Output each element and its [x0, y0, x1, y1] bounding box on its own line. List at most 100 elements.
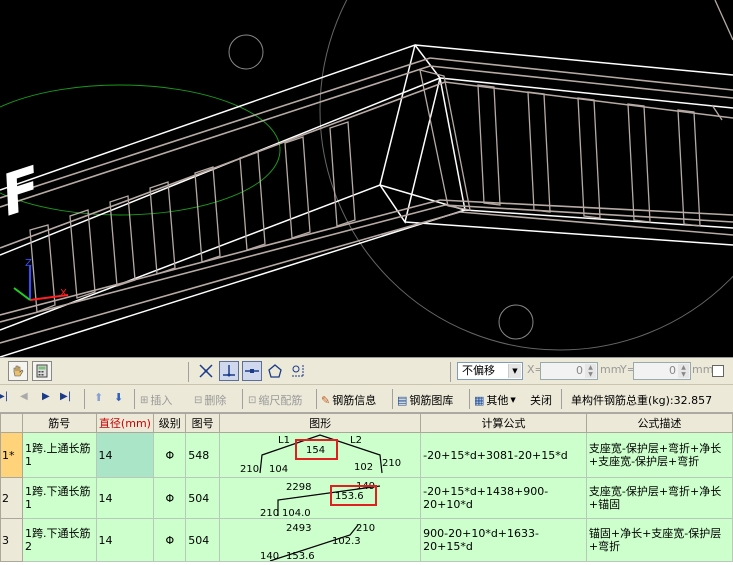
offset-select[interactable]: 不偏移 ▼: [457, 362, 523, 380]
nav-next-icon[interactable]: ▶: [42, 391, 50, 402]
cell-rebar-name[interactable]: 1跨.下通长筋1: [21, 477, 97, 519]
nav-last-icon[interactable]: ▶|: [60, 391, 71, 402]
nav-prev-icon[interactable]: ◀: [20, 391, 28, 402]
row-index[interactable]: 2: [0, 477, 23, 519]
snap-midpoint-button[interactable]: [242, 361, 262, 381]
svg-text:Z: Z: [25, 258, 32, 269]
svg-text:210: 210: [260, 508, 279, 518]
cell-grade[interactable]: Φ: [153, 518, 187, 562]
svg-text:153.6: 153.6: [286, 551, 315, 561]
rebar-shape-504-b: 2493 210 102.3 140 153.6: [260, 523, 375, 561]
table-row[interactable]: 2 1跨.下通长筋1 14 Φ 504 2298 149 153.6 210 1…: [0, 477, 733, 519]
cell-rebar-name[interactable]: 1跨.下通长筋2: [21, 518, 97, 562]
delete-icon: ⊟: [194, 394, 203, 406]
insert-button[interactable]: ⊞ 插入: [140, 392, 172, 408]
delete-label: 删除: [204, 394, 227, 407]
table-row[interactable]: 1* 1跨.上通长筋1 14 Φ 548 L1 L2 154 210 104 1…: [0, 432, 733, 478]
insert-icon: ⊞: [140, 394, 149, 406]
rebar-library-icon: ▤: [397, 393, 408, 407]
header-diameter[interactable]: 直径(mm): [95, 413, 155, 433]
hand-tool-button[interactable]: [8, 361, 28, 381]
cell-grade[interactable]: Φ: [153, 432, 187, 478]
grid-snap-icon: [288, 361, 308, 381]
cell-formula[interactable]: -20+15*d+3081-20+15*d: [420, 432, 587, 478]
option-checkbox[interactable]: [712, 365, 724, 377]
snap-intersection-button[interactable]: [196, 361, 216, 381]
close-label: 关闭: [530, 394, 552, 407]
cell-shape-no[interactable]: 548: [185, 432, 221, 478]
snap-perpendicular-button[interactable]: [219, 361, 239, 381]
cell-grade[interactable]: Φ: [153, 477, 187, 519]
total-weight-value: 32.857: [673, 393, 713, 407]
rebar-table: 筋号 直径(mm) 级别 图号 图形 计算公式 公式描述 1* 1跨.上通长筋1…: [0, 413, 733, 565]
snap-vertex-button[interactable]: [265, 361, 285, 381]
cell-description[interactable]: 锚固+净长+支座宽-保护层+弯折: [585, 518, 733, 562]
cell-shape-no[interactable]: 504: [185, 518, 221, 562]
cell-shape[interactable]: 2298 149 153.6 210 104.0: [219, 477, 422, 519]
svg-text:102.3: 102.3: [332, 536, 361, 547]
cell-shape[interactable]: 2493 210 102.3 140 153.6: [219, 518, 422, 562]
table-row[interactable]: 3 1跨.下通长筋2 14 Φ 504 2493 210 102.3 140 1…: [0, 518, 733, 562]
total-weight-label: 单构件钢筋总重(kg):: [571, 394, 674, 407]
cell-shape[interactable]: L1 L2 154 210 104 102 210: [219, 432, 422, 478]
svg-text:X: X: [60, 288, 67, 299]
cell-diameter[interactable]: 14: [95, 477, 155, 519]
other-icon: ▦: [474, 393, 485, 407]
svg-text:140: 140: [260, 551, 279, 561]
svg-text:L1: L1: [278, 435, 290, 446]
rebar-library-label: 钢筋图库: [409, 394, 454, 407]
move-down-icon[interactable]: ⬇: [114, 391, 123, 404]
chevron-down-icon: ▼: [508, 364, 521, 378]
header-formula[interactable]: 计算公式: [420, 413, 587, 433]
cell-formula[interactable]: 900-20+10*d+1633-20+15*d: [420, 518, 587, 562]
x-coordinate-input[interactable]: 0 ▲ ▼: [540, 362, 598, 380]
spinner-icon[interactable]: ▲ ▼: [585, 364, 596, 378]
x-value: 0: [576, 364, 583, 377]
svg-text:102: 102: [354, 462, 373, 473]
chevron-down-icon: ▼: [510, 396, 516, 404]
svg-text:104: 104: [269, 464, 288, 475]
calculator-button[interactable]: [32, 361, 52, 381]
row-index[interactable]: 1*: [0, 432, 23, 478]
rebar-3d-drawing: F Z X: [0, 0, 733, 357]
cell-description[interactable]: 支座宽-保护层+弯折+净长+支座宽-保护层+弯折: [585, 432, 733, 478]
cell-formula[interactable]: -20+15*d+1438+900-20+10*d: [420, 477, 587, 519]
perpendicular-icon: [219, 361, 239, 381]
scale-rebar-button[interactable]: ⊡ 缩尺配筋: [248, 392, 302, 408]
rebar-library-button[interactable]: ▤ 钢筋图库: [397, 392, 453, 408]
y-coordinate-input[interactable]: 0 ▲ ▼: [633, 362, 691, 380]
svg-text:2493: 2493: [286, 523, 311, 534]
3d-viewport[interactable]: F Z X: [0, 0, 733, 357]
cell-rebar-name[interactable]: 1跨.上通长筋1: [21, 432, 97, 478]
header-description[interactable]: 公式描述: [585, 413, 733, 433]
svg-text:L2: L2: [350, 435, 362, 446]
row-index[interactable]: 3: [0, 518, 23, 562]
axis-indicator: Z X: [13, 258, 69, 301]
nav-first-icon[interactable]: ▶|: [0, 391, 8, 402]
cell-diameter[interactable]: 14: [95, 518, 155, 562]
cell-description[interactable]: 支座宽-保护层+弯折+净长+锚固: [585, 477, 733, 519]
header-shape[interactable]: 图形: [219, 413, 422, 433]
delete-button[interactable]: ⊟ 删除: [194, 392, 226, 408]
rebar-shape-548: L1 L2 154 210 104 102 210: [240, 434, 401, 475]
header-rebar-no[interactable]: 筋号: [21, 413, 97, 433]
other-menu-button[interactable]: ▦ 其他 ▼: [474, 392, 516, 408]
scale-rebar-label: 缩尺配筋: [258, 394, 303, 407]
rebar-info-icon: ✎: [321, 393, 331, 407]
header-row-index: [0, 413, 23, 433]
svg-text:210: 210: [382, 458, 401, 469]
cell-diameter[interactable]: 14: [95, 432, 155, 478]
table-header-row: 筋号 直径(mm) 级别 图号 图形 计算公式 公式描述: [0, 413, 733, 433]
cell-shape-no[interactable]: 504: [185, 477, 221, 519]
snap-grid-button[interactable]: [288, 361, 308, 381]
offset-select-value: 不偏移: [462, 364, 495, 377]
midpoint-icon: [242, 361, 262, 381]
header-shape-no[interactable]: 图号: [185, 413, 221, 433]
hand-icon: [8, 361, 28, 381]
rebar-info-button[interactable]: ✎ 钢筋信息: [321, 392, 376, 408]
spinner-icon[interactable]: ▲ ▼: [678, 364, 689, 378]
header-grade[interactable]: 级别: [153, 413, 187, 433]
move-up-icon[interactable]: ⬆: [94, 391, 103, 404]
close-button[interactable]: 关闭: [530, 392, 552, 408]
axis-label-f: F: [1, 153, 41, 232]
